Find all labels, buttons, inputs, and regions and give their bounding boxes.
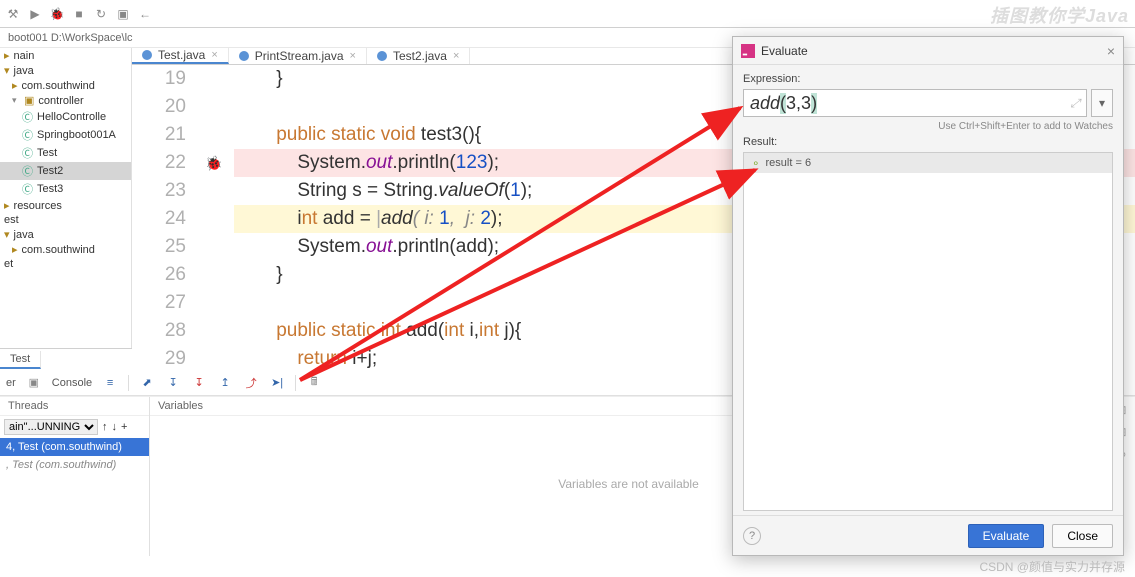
drop-frame-icon[interactable]: ⤴ bbox=[243, 375, 259, 391]
tree-item[interactable]: ▾▣ controller bbox=[0, 93, 131, 108]
shortcut-hint: Use Ctrl+Shift+Enter to add to Watches bbox=[743, 121, 1113, 132]
intellij-icon bbox=[741, 44, 755, 58]
close-button[interactable]: Close bbox=[1052, 524, 1113, 548]
hammer-icon[interactable]: ⚒ bbox=[6, 7, 20, 21]
plus-icon[interactable]: + bbox=[121, 421, 127, 433]
tree-item[interactable]: Ⓒ Springboot001A bbox=[0, 126, 131, 144]
tab-test2-java[interactable]: Test2.java× bbox=[367, 48, 470, 64]
variables-placeholder: Variables are not available bbox=[558, 477, 699, 491]
csdn-credit: CSDN @颜值与实力并存源 bbox=[979, 558, 1125, 575]
java-icon bbox=[239, 51, 249, 61]
close-icon[interactable]: × bbox=[1107, 43, 1115, 59]
expression-input[interactable]: add(3,3) ⤢ bbox=[743, 89, 1087, 117]
tree-item[interactable]: ▸com.southwind bbox=[0, 242, 131, 257]
tree-item[interactable]: et bbox=[0, 257, 131, 271]
step-over-icon[interactable]: ⬈ bbox=[139, 375, 155, 391]
result-icon: ∘ bbox=[752, 156, 760, 170]
dialog-title: Evaluate bbox=[761, 44, 808, 58]
result-tree[interactable]: ∘ result = 6 bbox=[743, 152, 1113, 511]
run-icon[interactable]: ▶ bbox=[28, 7, 42, 21]
tab-test-java[interactable]: Test.java× bbox=[132, 48, 229, 64]
debugger-label: er bbox=[6, 377, 16, 389]
stack-frame[interactable]: , Test (com.southwind) bbox=[0, 456, 149, 474]
sync-icon[interactable]: ↻ bbox=[94, 7, 108, 21]
tree-item[interactable]: ▸resources bbox=[0, 198, 131, 213]
expand-icon[interactable]: ⤢ bbox=[1070, 96, 1080, 111]
list-icon[interactable]: ≡ bbox=[102, 375, 118, 391]
tree-item[interactable]: ▾java bbox=[0, 227, 131, 242]
java-icon bbox=[377, 51, 387, 61]
run-to-cursor-icon[interactable]: ➤| bbox=[269, 375, 285, 391]
close-icon[interactable]: × bbox=[350, 50, 356, 62]
evaluate-button[interactable]: Evaluate bbox=[968, 524, 1045, 548]
stack-frame[interactable]: 4, Test (com.southwind) bbox=[0, 438, 149, 456]
result-row[interactable]: ∘ result = 6 bbox=[744, 153, 1112, 173]
debug-icon[interactable]: 🐞 bbox=[50, 7, 64, 21]
console-icon[interactable]: ▣ bbox=[26, 375, 42, 391]
top-toolbar: ⚒ ▶ 🐞 ■ ↻ ▣ ← bbox=[0, 0, 1135, 28]
line-numbers: 1920212223242526272829 bbox=[132, 65, 194, 373]
history-dropdown[interactable]: ▾ bbox=[1091, 89, 1113, 117]
force-step-icon[interactable]: ↧ bbox=[191, 375, 207, 391]
java-icon bbox=[142, 50, 152, 60]
close-icon[interactable]: × bbox=[211, 49, 217, 61]
result-label: Result: bbox=[743, 136, 1113, 148]
dialog-titlebar[interactable]: Evaluate × bbox=[733, 37, 1123, 65]
evaluate-dialog: Evaluate × Expression: add(3,3) ⤢ ▾ Use … bbox=[732, 36, 1124, 556]
stop-icon[interactable]: ■ bbox=[72, 7, 86, 21]
back-icon[interactable]: ← bbox=[138, 7, 152, 21]
box-icon[interactable]: ▣ bbox=[116, 7, 130, 21]
tree-item[interactable]: Ⓒ Test3 bbox=[0, 180, 131, 198]
expression-label: Expression: bbox=[743, 73, 1113, 85]
step-out-icon[interactable]: ↥ bbox=[217, 375, 233, 391]
lower-tab-test[interactable]: Test bbox=[0, 351, 41, 369]
tree-item[interactable]: est bbox=[0, 213, 131, 227]
evaluate-icon[interactable]: 🖩 bbox=[306, 375, 322, 391]
arrow-up-icon[interactable]: ↑ bbox=[102, 421, 108, 433]
arrow-down-icon[interactable]: ↓ bbox=[112, 421, 118, 433]
close-icon[interactable]: × bbox=[453, 50, 459, 62]
gutter-icons[interactable]: 🐞 bbox=[194, 65, 234, 373]
tree-item-selected[interactable]: Ⓒ Test2 bbox=[0, 162, 131, 180]
project-tree[interactable]: ▸nain ▾java ▸com.southwind ▾▣ controller… bbox=[0, 48, 132, 348]
thread-select[interactable]: ain"...UNNING bbox=[4, 419, 98, 435]
threads-header: Threads bbox=[0, 397, 149, 416]
step-into-icon[interactable]: ↧ bbox=[165, 375, 181, 391]
breakpoint-icon[interactable]: 🐞 bbox=[205, 155, 222, 172]
breadcrumb-text: boot001 D:\WorkSpace\lc bbox=[8, 32, 133, 44]
threads-panel[interactable]: Threads ain"...UNNING ↑ ↓ + 4, Test (com… bbox=[0, 397, 150, 556]
tree-item[interactable]: ▸nain bbox=[0, 48, 131, 63]
tab-printstream[interactable]: PrintStream.java× bbox=[229, 48, 367, 64]
tree-item[interactable]: Ⓒ Test bbox=[0, 144, 131, 162]
tree-item[interactable]: ▸com.southwind bbox=[0, 78, 131, 93]
tree-item[interactable]: ▾java bbox=[0, 63, 131, 78]
tree-item[interactable]: Ⓒ HelloControlle bbox=[0, 108, 131, 126]
help-icon[interactable]: ? bbox=[743, 527, 761, 545]
console-label[interactable]: Console bbox=[52, 377, 92, 389]
